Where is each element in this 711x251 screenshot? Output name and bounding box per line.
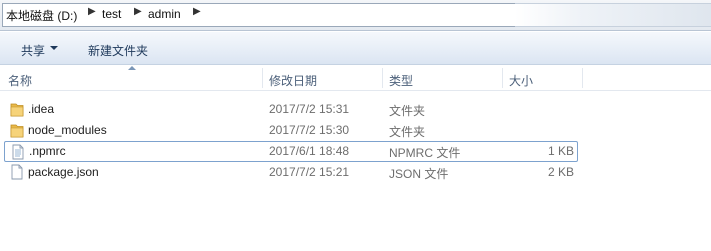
file-modified: 2017/7/2 15:30 xyxy=(269,123,350,137)
breadcrumb-separator-icon[interactable]: ▶ xyxy=(88,6,96,17)
column-header-name[interactable]: 名称 xyxy=(8,72,32,89)
text-file-icon xyxy=(12,144,24,160)
breadcrumb-separator-icon[interactable]: ▶ xyxy=(193,6,201,17)
breadcrumb-folder-admin[interactable]: admin xyxy=(148,7,181,21)
file-modified: 2017/6/1 18:48 xyxy=(269,144,350,158)
folder-icon xyxy=(10,103,24,117)
column-divider[interactable] xyxy=(502,68,503,88)
column-header-row: 名称 修改日期 类型 大小 xyxy=(0,66,711,91)
file-size: 2 KB xyxy=(547,165,574,179)
column-divider[interactable] xyxy=(262,68,263,88)
breadcrumb-separator-icon[interactable]: ▶ xyxy=(134,6,142,17)
column-header-modified[interactable]: 修改日期 xyxy=(269,72,317,89)
file-name[interactable]: node_modules xyxy=(28,123,107,137)
file-row[interactable]: node_modules 2017/7/2 15:30 文件夹 xyxy=(4,120,578,141)
folder-icon xyxy=(10,124,24,138)
file-name[interactable]: .idea xyxy=(28,102,54,116)
chevron-down-icon[interactable] xyxy=(50,46,58,50)
file-row[interactable]: package.json 2017/7/2 15:21 JSON 文件 2 KB xyxy=(4,162,578,183)
breadcrumb[interactable] xyxy=(2,3,522,27)
file-modified: 2017/7/2 15:21 xyxy=(269,165,350,179)
share-button[interactable]: 共享 xyxy=(21,42,45,59)
column-header-size[interactable]: 大小 xyxy=(509,72,533,89)
file-size: 1 KB xyxy=(547,144,574,158)
column-header-type[interactable]: 类型 xyxy=(389,72,413,89)
file-type: 文件夹 xyxy=(389,125,426,139)
file-name[interactable]: .npmrc xyxy=(29,144,66,158)
address-bar: 本地磁盘 (D:) ▶ test ▶ admin ▶ xyxy=(0,0,711,31)
address-bar-fade xyxy=(515,3,711,27)
file-type: JSON 文件 xyxy=(389,167,449,181)
file-type: NPMRC 文件 xyxy=(389,146,461,160)
file-name[interactable]: package.json xyxy=(28,165,99,179)
file-row[interactable]: .npmrc 2017/6/1 18:48 NPMRC 文件 1 KB xyxy=(4,141,578,162)
file-icon xyxy=(11,164,23,180)
file-type: 文件夹 xyxy=(389,104,426,118)
column-divider[interactable] xyxy=(382,68,383,88)
breadcrumb-drive[interactable]: 本地磁盘 (D:) xyxy=(6,7,77,24)
new-folder-button[interactable]: 新建文件夹 xyxy=(88,42,148,59)
file-modified: 2017/7/2 15:31 xyxy=(269,102,350,116)
column-divider[interactable] xyxy=(582,68,583,88)
file-row[interactable]: .idea 2017/7/2 15:31 文件夹 xyxy=(4,99,578,120)
breadcrumb-folder-test[interactable]: test xyxy=(102,7,121,21)
sort-ascending-icon xyxy=(128,66,136,70)
command-toolbar: 共享 新建文件夹 xyxy=(0,32,711,65)
